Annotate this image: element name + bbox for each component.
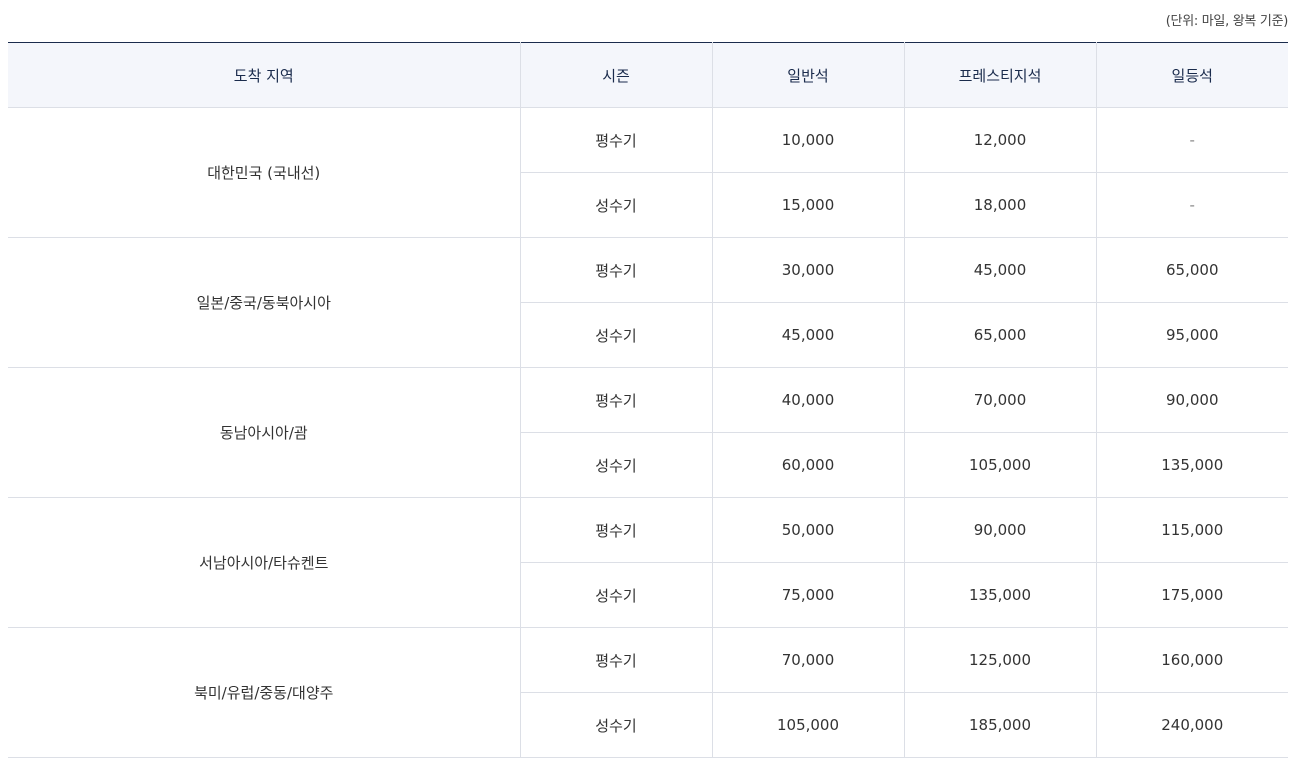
- standard-cell: 75,000: [711, 562, 904, 628]
- first-cell: 240,000: [1095, 692, 1288, 758]
- table-row: 대한민국 (국내선) 평수기 10,000 12,000 -: [8, 107, 1288, 238]
- mileage-table-wrapper: 도착 지역 시즌 일반석 프레스티지석 일등석 대한민국 (국내선) 평수기 1…: [8, 42, 1288, 758]
- first-cell: 90,000: [1095, 367, 1288, 433]
- first-cell: -: [1095, 172, 1288, 238]
- first-cell: 160,000: [1095, 627, 1288, 693]
- first-cell: 115,000: [1095, 497, 1288, 563]
- season-cell: 성수기: [519, 172, 712, 238]
- header-first: 일등석: [1095, 42, 1288, 108]
- season-cell: 평수기: [519, 107, 712, 173]
- standard-cell: 15,000: [711, 172, 904, 238]
- season-cell: 평수기: [519, 367, 712, 433]
- table-header: 도착 지역 시즌 일반석 프레스티지석 일등석: [8, 42, 1288, 108]
- standard-cell: 70,000: [711, 627, 904, 693]
- region-cell: 동남아시아/괌: [8, 367, 520, 498]
- prestige-cell: 70,000: [903, 367, 1096, 433]
- standard-cell: 105,000: [711, 692, 904, 758]
- prestige-cell: 135,000: [903, 562, 1096, 628]
- season-cell: 성수기: [519, 692, 712, 758]
- table-row: 서남아시아/타슈켄트 평수기 50,000 90,000 115,000: [8, 497, 1288, 628]
- header-season: 시즌: [519, 42, 712, 108]
- header-row: 도착 지역 시즌 일반석 프레스티지석 일등석: [8, 42, 1288, 108]
- prestige-cell: 12,000: [903, 107, 1096, 173]
- first-cell: 175,000: [1095, 562, 1288, 628]
- mileage-table: 도착 지역 시즌 일반석 프레스티지석 일등석 대한민국 (국내선) 평수기 1…: [8, 42, 1288, 758]
- header-prestige: 프레스티지석: [903, 42, 1096, 108]
- season-cell: 성수기: [519, 432, 712, 498]
- table-row: 일본/중국/동북아시아 평수기 30,000 45,000 65,000: [8, 237, 1288, 368]
- prestige-cell: 45,000: [903, 237, 1096, 303]
- table-row: 북미/유럽/중동/대양주 평수기 70,000 125,000 160,000: [8, 627, 1288, 758]
- header-region: 도착 지역: [8, 42, 520, 108]
- standard-cell: 45,000: [711, 302, 904, 368]
- first-cell: -: [1095, 107, 1288, 173]
- standard-cell: 30,000: [711, 237, 904, 303]
- standard-cell: 60,000: [711, 432, 904, 498]
- season-cell: 평수기: [519, 497, 712, 563]
- season-cell: 성수기: [519, 562, 712, 628]
- season-cell: 평수기: [519, 627, 712, 693]
- standard-cell: 50,000: [711, 497, 904, 563]
- region-cell: 일본/중국/동북아시아: [8, 237, 520, 368]
- region-cell: 북미/유럽/중동/대양주: [8, 627, 520, 758]
- prestige-cell: 65,000: [903, 302, 1096, 368]
- standard-cell: 40,000: [711, 367, 904, 433]
- table-body: 대한민국 (국내선) 평수기 10,000 12,000 - 성수기 15,00…: [8, 107, 1288, 758]
- prestige-cell: 185,000: [903, 692, 1096, 758]
- prestige-cell: 125,000: [903, 627, 1096, 693]
- region-cell: 대한민국 (국내선): [8, 107, 520, 238]
- prestige-cell: 105,000: [903, 432, 1096, 498]
- first-cell: 65,000: [1095, 237, 1288, 303]
- table-row: 동남아시아/괌 평수기 40,000 70,000 90,000: [8, 367, 1288, 498]
- prestige-cell: 18,000: [903, 172, 1096, 238]
- first-cell: 135,000: [1095, 432, 1288, 498]
- season-cell: 평수기: [519, 237, 712, 303]
- header-standard: 일반석: [711, 42, 904, 108]
- prestige-cell: 90,000: [903, 497, 1096, 563]
- region-cell: 서남아시아/타슈켄트: [8, 497, 520, 628]
- first-cell: 95,000: [1095, 302, 1288, 368]
- season-cell: 성수기: [519, 302, 712, 368]
- standard-cell: 10,000: [711, 107, 904, 173]
- unit-note: (단위: 마일, 왕복 기준): [1165, 14, 1289, 29]
